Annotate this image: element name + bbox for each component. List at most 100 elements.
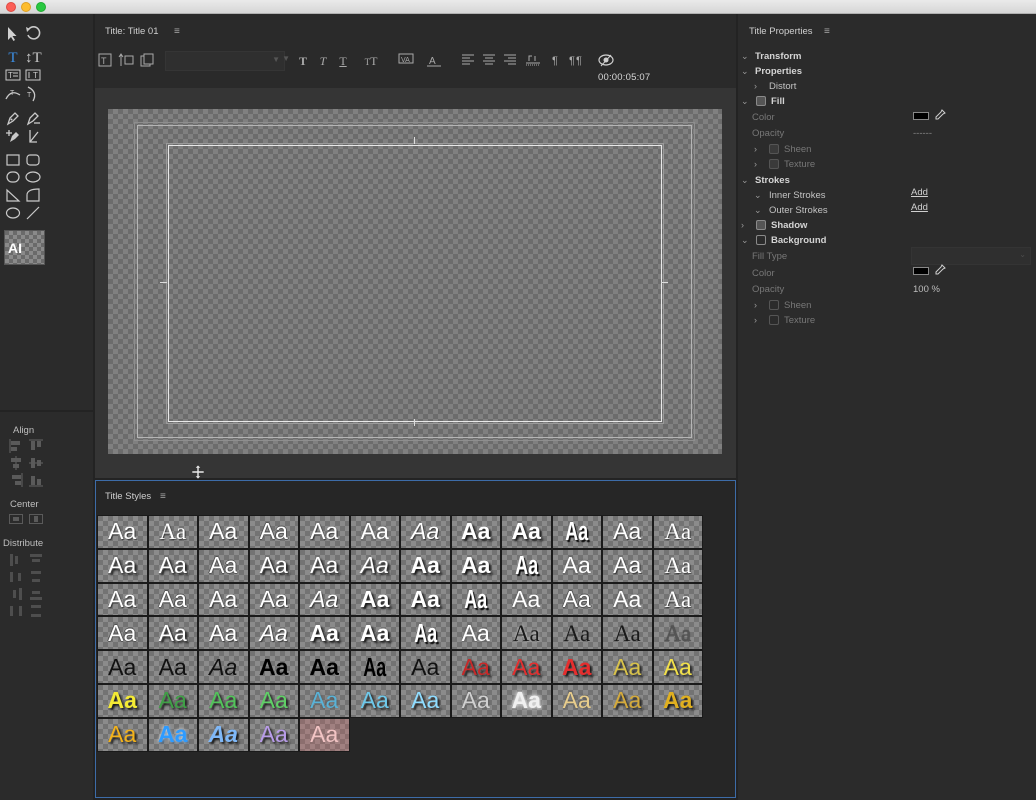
chevron-down-icon[interactable]: ⌄ [741,96,749,107]
selection-tool-icon[interactable] [5,26,21,42]
title-style-swatch[interactable]: Aa [602,548,653,583]
title-style-swatch[interactable]: Aa [602,616,653,651]
roll-crawl-options-icon[interactable] [118,53,134,69]
type-tool-icon[interactable]: T [5,50,21,66]
style-swatch-preview[interactable]: AI [4,230,45,265]
distribute-left-icon[interactable] [9,553,23,567]
properties-panel-menu-icon[interactable]: ≡ [824,26,830,37]
window-close-button[interactable] [6,2,16,12]
center-horizontal-icon[interactable] [9,512,23,526]
rounded-rectangle-tool-icon[interactable] [25,152,41,168]
title-style-swatch[interactable]: Aa [198,650,249,684]
font-size-icon[interactable]: TT [363,53,379,69]
center-vertical-icon[interactable] [29,512,43,526]
title-style-swatch[interactable]: Aa [349,616,400,651]
title-style-swatch[interactable]: Aa [248,616,299,651]
title-style-swatch[interactable]: Aa [299,683,350,718]
italic-icon[interactable]: T [315,53,331,69]
title-style-swatch[interactable]: Aa [198,515,249,549]
bg-sheen-checkbox[interactable] [769,300,779,310]
background-section[interactable]: Background [771,235,826,246]
fill-section[interactable]: Fill [771,96,785,107]
convert-anchor-tool-icon[interactable] [25,128,41,144]
chevron-right-icon[interactable]: › [741,220,744,230]
align-bottom-icon[interactable] [29,473,43,487]
title-style-swatch[interactable]: Aa [349,650,400,684]
title-style-swatch[interactable]: Aa [450,616,501,651]
title-style-swatch[interactable]: Aa [248,548,299,583]
leading-icon[interactable]: A [426,53,442,69]
wedge-tool-icon[interactable] [5,187,21,203]
title-style-swatch[interactable]: Aa [248,515,299,549]
fill-color-swatch[interactable] [913,112,929,120]
bg-color-swatch[interactable] [913,267,929,275]
title-style-swatch[interactable]: Aa [299,717,350,752]
transform-section[interactable]: Transform [755,51,801,62]
show-background-video-icon[interactable] [598,53,614,69]
templates-icon[interactable] [139,53,155,69]
title-style-swatch[interactable]: Aa [97,683,148,718]
title-style-swatch[interactable]: Aa [551,616,602,651]
title-style-swatch[interactable]: Aa [97,548,148,583]
title-style-swatch[interactable]: Aa [501,548,552,583]
font-family-dropdown-arrow[interactable]: ▼ [255,51,291,71]
chevron-down-icon[interactable]: ⌄ [754,190,762,201]
title-style-swatch[interactable]: Aa [551,515,602,549]
title-style-swatch[interactable]: Aa [501,582,552,617]
rectangle-tool-icon[interactable] [5,152,21,168]
title-style-swatch[interactable]: Aa [349,582,400,617]
arc-tool-icon[interactable] [25,187,41,203]
window-maximize-button[interactable] [36,2,46,12]
title-style-swatch[interactable]: Aa [147,515,198,549]
chevron-down-icon[interactable]: ⌄ [741,66,749,77]
kerning-icon[interactable]: VA [398,53,414,69]
chevron-right-icon[interactable]: › [754,159,757,169]
title-style-swatch[interactable]: Aa [299,616,350,651]
title-style-swatch[interactable]: Aa [400,683,451,718]
title-style-swatch[interactable]: Aa [198,616,249,651]
bg-texture-checkbox[interactable] [769,315,779,325]
title-style-swatch[interactable]: Aa [652,515,703,549]
styles-panel-menu-icon[interactable]: ≡ [160,491,166,502]
window-minimize-button[interactable] [21,2,31,12]
title-style-swatch[interactable]: Aa [652,582,703,617]
title-style-swatch[interactable]: Aa [97,717,148,752]
align-right-icon[interactable] [9,473,23,487]
align-left-icon[interactable] [9,439,23,453]
chevron-right-icon[interactable]: › [754,81,757,91]
chevron-down-icon[interactable]: ⌄ [754,205,762,216]
title-style-swatch[interactable]: Aa [248,582,299,617]
title-style-swatch[interactable]: Aa [248,717,299,752]
vertical-area-type-tool-icon[interactable]: T [25,68,41,84]
title-style-swatch[interactable]: Aa [147,650,198,684]
vertical-type-tool-icon[interactable]: ↕T [25,50,42,66]
title-style-swatch[interactable]: Aa [349,683,400,718]
title-style-swatch[interactable]: Aa [551,683,602,718]
distort-section[interactable]: Distort [769,81,796,92]
align-center-text-icon[interactable] [481,53,497,69]
align-horizontal-center-icon[interactable] [9,456,23,470]
new-title-icon[interactable]: T [97,53,113,69]
title-style-swatch[interactable]: Aa [400,515,451,549]
distribute-bottom-icon[interactable] [29,587,43,601]
chevron-right-icon[interactable]: › [754,300,757,310]
title-style-swatch[interactable]: Aa [450,515,501,549]
title-style-swatch[interactable]: Aa [198,548,249,583]
distribute-right-icon[interactable] [9,587,23,601]
title-style-swatch[interactable]: Aa [652,548,703,583]
align-right-text-icon[interactable] [502,53,518,69]
title-style-swatch[interactable]: Aa [551,582,602,617]
fill-checkbox[interactable] [756,96,766,106]
chevron-right-icon[interactable]: › [754,315,757,325]
add-anchor-tool-icon[interactable] [5,128,21,144]
title-style-swatch[interactable]: Aa [147,548,198,583]
title-style-swatch[interactable]: Aa [501,515,552,549]
chevron-down-icon[interactable]: ⌄ [741,235,749,246]
area-type-tool-icon[interactable]: T [5,68,21,84]
title-style-swatch[interactable]: Aa [652,616,703,651]
ellipse-tool-icon[interactable] [5,205,21,221]
align-vertical-center-icon[interactable] [29,456,43,470]
underline-icon[interactable]: T [335,53,351,69]
bg-opacity-value[interactable]: 100 % [913,284,940,295]
rounded-corner-rectangle-tool-icon[interactable] [25,169,41,185]
